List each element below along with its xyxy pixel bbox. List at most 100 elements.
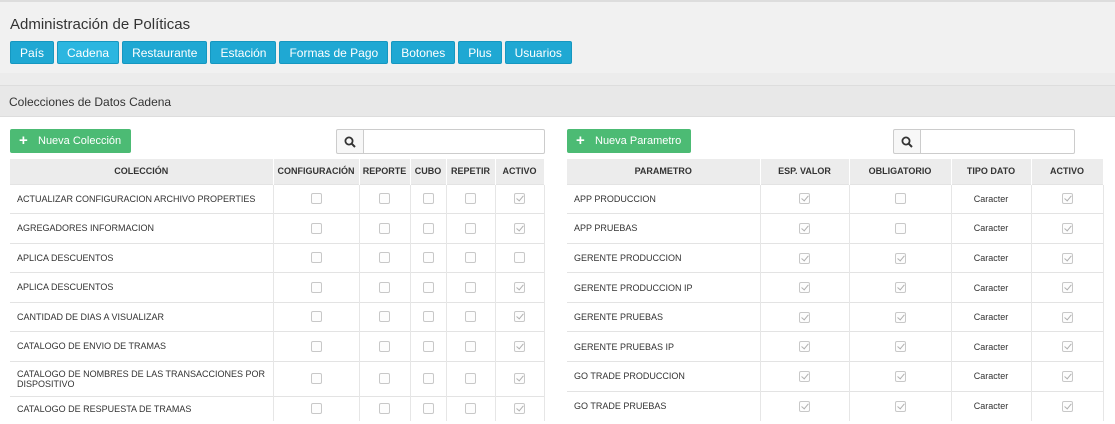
column-header-4[interactable]: ACTIVO	[1031, 159, 1104, 184]
reporte-checkbox[interactable]	[379, 340, 390, 352]
cubo-checkbox[interactable]	[422, 403, 434, 415]
reporte-checkbox[interactable]	[379, 193, 390, 205]
cubo-checkbox[interactable]	[422, 340, 434, 352]
column-header-4[interactable]: REPETIR	[446, 159, 496, 184]
esp-valor-checkbox[interactable]	[799, 370, 810, 382]
configuracion-checkbox[interactable]	[310, 340, 322, 352]
activo-checkbox[interactable]	[1061, 370, 1073, 382]
activo-checkbox[interactable]	[514, 252, 525, 264]
repetir-checkbox[interactable]	[465, 193, 476, 205]
column-header-3[interactable]: CUBO	[410, 159, 447, 184]
reporte-checkbox[interactable]	[379, 252, 390, 264]
repetir-checkbox[interactable]	[465, 311, 476, 323]
activo-checkbox[interactable]	[1061, 252, 1073, 264]
table-row[interactable]: CATALOGO DE ENVIO DE TRAMAS	[10, 330, 545, 361]
reporte-checkbox[interactable]	[379, 403, 390, 415]
cubo-checkbox[interactable]	[422, 373, 434, 385]
column-header-0[interactable]: COLECCIÓN	[10, 159, 274, 184]
configuracion-checkbox[interactable]	[310, 252, 322, 264]
column-header-1[interactable]: CONFIGURACIÓN	[273, 159, 360, 184]
obligatorio-checkbox[interactable]	[894, 400, 906, 412]
reporte-checkbox[interactable]	[379, 373, 390, 385]
esp-valor-checkbox[interactable]	[799, 193, 810, 205]
reporte-checkbox[interactable]	[379, 311, 390, 323]
cubo-checkbox[interactable]	[422, 193, 434, 205]
esp-valor-checkbox[interactable]	[799, 252, 810, 264]
tab-restaurante[interactable]: Restaurante	[122, 41, 208, 64]
table-row[interactable]: APLICA DESCUENTOS	[10, 271, 545, 302]
esp-valor-checkbox[interactable]	[799, 282, 810, 294]
cubo-checkbox[interactable]	[422, 281, 434, 293]
tab-cadena[interactable]: Cadena	[57, 41, 120, 64]
column-header-0[interactable]: PARAMETRO	[567, 159, 761, 184]
search-icon-button[interactable]	[893, 129, 921, 154]
esp-valor-checkbox[interactable]	[799, 222, 810, 234]
configuracion-checkbox[interactable]	[310, 281, 322, 293]
activo-checkbox[interactable]	[514, 373, 525, 385]
tab-botones[interactable]: Botones	[391, 41, 456, 64]
activo-checkbox[interactable]	[1061, 193, 1073, 205]
activo-checkbox[interactable]	[514, 403, 525, 415]
esp-valor-checkbox[interactable]	[799, 400, 810, 412]
reporte-checkbox[interactable]	[379, 281, 390, 293]
table-row[interactable]: GERENTE PRODUCCION IP Caracter	[567, 272, 1104, 303]
tab-país[interactable]: País	[10, 41, 55, 64]
column-header-5[interactable]: ACTIVO	[495, 159, 545, 184]
table-row[interactable]: CATALOGO DE RESPUESTA DE TRAMAS	[10, 395, 545, 421]
repetir-checkbox[interactable]	[465, 252, 476, 264]
column-header-3[interactable]: TIPO DATO	[951, 159, 1032, 184]
tab-estación[interactable]: Estación	[210, 41, 277, 64]
activo-checkbox[interactable]	[514, 193, 525, 205]
table-row[interactable]: GERENTE PRUEBAS Caracter	[567, 301, 1104, 332]
table-row[interactable]: APP PRODUCCION Caracter	[567, 183, 1104, 214]
column-header-2[interactable]: OBLIGATORIO	[849, 159, 952, 184]
tab-plus[interactable]: Plus	[458, 41, 502, 64]
configuracion-checkbox[interactable]	[310, 311, 322, 323]
activo-checkbox[interactable]	[1061, 400, 1073, 412]
new-collection-button[interactable]: + Nueva Colección	[10, 129, 132, 153]
collection-search-input[interactable]	[364, 129, 545, 154]
configuracion-checkbox[interactable]	[310, 403, 322, 415]
parameter-search-input[interactable]	[921, 129, 1075, 154]
esp-valor-checkbox[interactable]	[799, 341, 810, 353]
configuracion-checkbox[interactable]	[310, 193, 322, 205]
activo-checkbox[interactable]	[1061, 311, 1073, 323]
table-row[interactable]: GERENTE PRUEBAS IP Caracter	[567, 331, 1104, 362]
table-row[interactable]: CANTIDAD DE DIAS A VISUALIZAR	[10, 301, 545, 331]
column-header-2[interactable]: REPORTE	[359, 159, 411, 184]
tab-formas-de-pago[interactable]: Formas de Pago	[279, 41, 389, 64]
activo-checkbox[interactable]	[514, 222, 525, 234]
table-row[interactable]: GERENTE PRODUCCION Caracter	[567, 242, 1104, 273]
table-row[interactable]: APLICA DESCUENTOS	[10, 242, 545, 272]
obligatorio-checkbox[interactable]	[894, 341, 906, 353]
reporte-checkbox[interactable]	[379, 222, 390, 234]
obligatorio-checkbox[interactable]	[894, 193, 906, 205]
obligatorio-checkbox[interactable]	[894, 222, 906, 234]
repetir-checkbox[interactable]	[465, 373, 476, 385]
esp-valor-checkbox[interactable]	[799, 311, 810, 323]
search-icon-button[interactable]	[336, 129, 364, 154]
obligatorio-checkbox[interactable]	[894, 370, 906, 382]
cubo-checkbox[interactable]	[422, 252, 434, 264]
repetir-checkbox[interactable]	[465, 222, 476, 234]
activo-checkbox[interactable]	[514, 311, 525, 323]
tab-usuarios[interactable]: Usuarios	[504, 41, 572, 64]
cubo-checkbox[interactable]	[422, 311, 434, 323]
table-row[interactable]: APP PRUEBAS Caracter	[567, 213, 1104, 244]
table-row[interactable]: CATALOGO DE NOMBRES DE LAS TRANSACCIONES…	[10, 360, 545, 396]
obligatorio-checkbox[interactable]	[894, 252, 906, 264]
activo-checkbox[interactable]	[514, 281, 525, 293]
repetir-checkbox[interactable]	[465, 281, 476, 293]
obligatorio-checkbox[interactable]	[894, 311, 906, 323]
activo-checkbox[interactable]	[1061, 282, 1073, 294]
activo-checkbox[interactable]	[1061, 341, 1073, 353]
activo-checkbox[interactable]	[514, 340, 525, 352]
repetir-checkbox[interactable]	[465, 340, 476, 352]
table-row[interactable]: GO TRADE PRUEBAS Caracter	[567, 390, 1104, 421]
table-row[interactable]: ACTUALIZAR CONFIGURACION ARCHIVO PROPERT…	[10, 183, 545, 213]
table-row[interactable]: GO TRADE PRODUCCION Caracter	[567, 361, 1104, 392]
activo-checkbox[interactable]	[1061, 222, 1073, 234]
obligatorio-checkbox[interactable]	[894, 282, 906, 294]
configuracion-checkbox[interactable]	[310, 222, 322, 234]
cubo-checkbox[interactable]	[422, 222, 434, 234]
